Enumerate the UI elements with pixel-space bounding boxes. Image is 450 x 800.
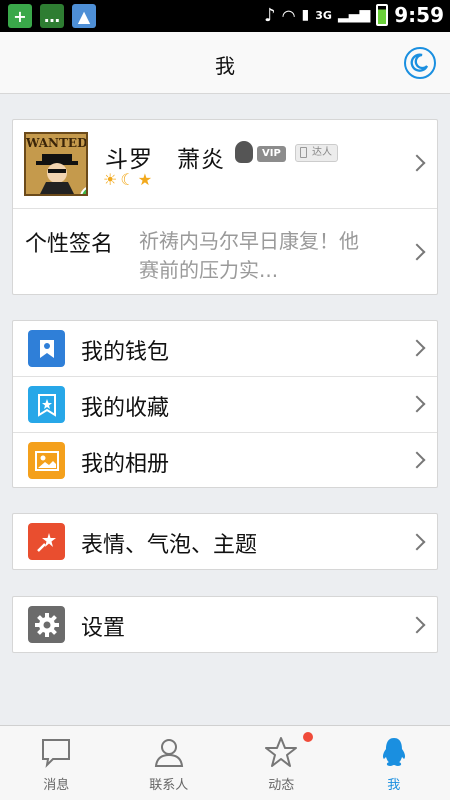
notification-dot [303,732,313,742]
tab-me[interactable]: 我 [338,726,450,800]
signature-text: 祈祷内马尔早日康复！他赛前的压力实... [139,229,359,282]
menu-item-label: 设置 [81,616,126,641]
tab-label: 联系人 [149,778,189,793]
wallet-icon [28,330,65,367]
menu-item-wallet[interactable]: 我的钱包 [13,321,437,376]
tab-messages[interactable]: 消息 [0,726,113,800]
talent-badge[interactable]: 达人 [295,144,338,162]
menu-item-theme[interactable]: 表情、气泡、主题 [13,514,437,570]
night-mode-button[interactable] [404,47,436,79]
nickname: 斗罗 萧炎 [105,147,225,173]
status-bar: + … ▲ ♪ ◠ ▮ 3G ▂▄▆ 9:59 [0,0,450,32]
clock: 9:59 [394,3,444,27]
phone-icon [300,147,307,158]
menu-item-settings[interactable]: 设置 [13,597,437,653]
chevron-right-icon [408,243,426,261]
vibrate-icon: ▮ [301,7,310,23]
title-bar: 我 [0,32,450,94]
menu-group-main: 我的钱包 我的收藏 我的相册 [12,320,438,488]
contacts-icon [154,739,183,767]
menu-group-personalize: 表情、气泡、主题 [12,513,438,570]
menu-item-label: 我的相册 [81,452,170,477]
chevron-right-icon [408,451,426,469]
page-title: 我 [215,54,235,78]
chevron-right-icon [408,339,426,357]
tab-contacts[interactable]: 联系人 [113,726,226,800]
tab-label: 消息 [43,778,70,793]
menu-item-label: 我的收藏 [81,396,170,421]
chevron-right-icon [408,533,426,551]
qq-penguin-icon [382,738,405,766]
star-icon [265,737,298,767]
menu-item-label: 表情、气泡、主题 [81,533,258,558]
menu-item-favorites[interactable]: 我的收藏 [13,377,437,432]
add-app-icon: + [8,4,32,28]
menu-item-album[interactable]: 我的相册 [13,433,437,488]
tab-feed[interactable]: 动态 [225,726,338,800]
chevron-right-icon [408,616,426,634]
chevron-right-icon [408,154,426,172]
tab-label: 我 [387,778,401,793]
chevron-right-icon [408,395,426,413]
tab-label: 动态 [268,778,295,793]
sun-icon: ☀ [103,170,118,189]
chat-notification-icon: … [40,4,64,28]
profile-card: WANTED ✓ 斗罗 萧炎 VIP 达人 ☀ ☾ ★ 个性签名 祈祷内马尔早日… [12,119,438,295]
battery-icon [376,4,389,26]
signature-label: 个性签名 [25,232,114,257]
signal-icon: ▂▄▆ [337,7,371,23]
menu-group-settings: 设置 [12,596,438,653]
wifi-icon: ◠ [281,5,296,25]
moon-icon [410,53,429,72]
network-type: 3G [315,8,332,22]
album-icon [28,442,65,479]
penguin-icon [235,141,253,163]
music-muted-icon: ♪ [264,4,276,26]
profile-row[interactable]: WANTED ✓ 斗罗 萧炎 VIP 达人 ☀ ☾ ★ [13,120,437,208]
bottom-tab-bar: 消息 联系人 动态 我 [0,725,450,800]
avatar-figure [36,154,78,194]
signature-row[interactable]: 个性签名 祈祷内马尔早日康复！他赛前的压力实... [13,209,437,295]
message-icon [42,739,71,768]
star-level-icon: ★ [137,170,153,189]
level-icons: ☀ ☾ ★ [103,170,152,189]
menu-item-label: 我的钱包 [81,340,170,365]
image-notification-icon: ▲ [72,4,96,28]
moon-level-icon: ☾ [120,170,135,189]
theme-icon [28,523,65,560]
avatar[interactable]: WANTED ✓ [24,132,88,196]
gear-icon [28,606,65,643]
favorites-icon [28,386,65,423]
vip-badge[interactable]: VIP [257,146,286,162]
talent-label: 达人 [312,147,332,158]
